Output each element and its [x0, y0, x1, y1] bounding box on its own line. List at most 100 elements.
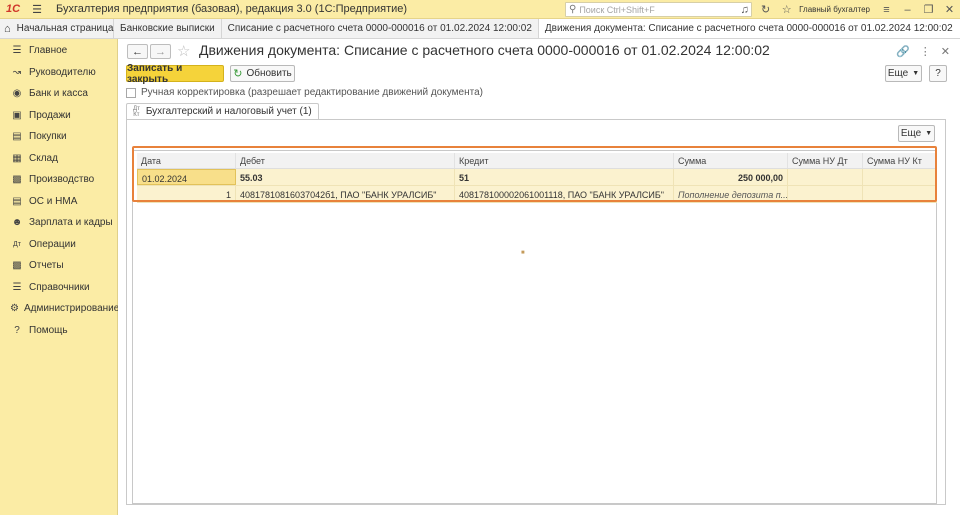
cell-sum-nu-dt[interactable] [788, 169, 863, 185]
sidebar-item-main[interactable]: ☰ Главное [0, 40, 117, 62]
sidebar-item-label: Продажи [29, 109, 71, 121]
manual-correction-row[interactable]: Ручная корректировка (разрешает редактир… [126, 87, 483, 98]
column-header-sum-nu-dt[interactable]: Сумма НУ Дт [788, 153, 863, 168]
arrow-right-icon: → [155, 45, 166, 58]
tab-document-movements[interactable]: Движения документа: Списание с расчетног… [538, 19, 960, 38]
favorites-star-icon[interactable]: ☆ [776, 3, 797, 16]
app-title: Бухгалтерия предприятия (базовая), редак… [56, 3, 408, 15]
mouse-cursor-marker: ■ [521, 250, 525, 256]
subtab-label: Бухгалтерский и налоговый учет (1) [145, 106, 312, 117]
favorite-star-icon[interactable]: ☆ [177, 42, 190, 60]
forward-button[interactable]: → [150, 44, 171, 59]
tab-bank-statements[interactable]: Банковские выписки [114, 19, 222, 38]
column-header-debit[interactable]: Дебет [236, 153, 455, 168]
close-form-icon[interactable]: ✕ [941, 45, 950, 58]
search-input[interactable]: ⚲ Поиск Ctrl+Shift+F [565, 2, 752, 17]
reports-icon: ▩ [12, 260, 22, 272]
history-icon[interactable]: ↻ [755, 3, 776, 16]
column-header-sum-nu-kt[interactable]: Сумма НУ Кт [863, 153, 937, 168]
cell-date[interactable]: 01.02.2024 [137, 169, 236, 185]
production-icon: ▩ [12, 174, 22, 186]
chevron-down-icon: ▼ [925, 130, 933, 137]
link-icon[interactable]: 🔗 [896, 45, 910, 58]
cell-credit-account[interactable]: 51 [455, 169, 674, 185]
sidebar-item-label: Помощь [29, 324, 68, 336]
sidebar-item-bank[interactable]: ◉ Банк и касса [0, 83, 117, 105]
app-logo: 1С [5, 3, 21, 15]
document-form: ← → ☆ Движения документа: Списание с рас… [118, 39, 960, 515]
main-menu-icon[interactable]: ☰ [26, 0, 48, 19]
column-header-credit[interactable]: Кредит [455, 153, 674, 168]
gear-icon: ⚙ [10, 303, 19, 315]
tab-label: Списание с расчетного счета 0000-000016 … [227, 23, 532, 34]
tab-debit-document[interactable]: Списание с расчетного счета 0000-000016 … [222, 19, 539, 38]
form-header-actions: 🔗 ⋮ ✕ [896, 45, 950, 58]
minimize-icon[interactable]: – [897, 4, 918, 16]
sidebar-item-reports[interactable]: ▩ Отчеты [0, 255, 117, 277]
manual-correction-label: Ручная корректировка (разрешает редактир… [141, 87, 483, 98]
close-window-icon[interactable]: ✕ [939, 3, 960, 16]
help-icon: ? [14, 324, 20, 336]
sidebar-item-production[interactable]: ▩ Производство [0, 169, 117, 191]
table-more-button[interactable]: Еще ▼ [898, 125, 935, 142]
sidebar: ☰ Главное ↝ Руководителю ◉ Банк и касса ▣ Пр… [0, 39, 119, 515]
settings-icon[interactable]: ≡ [876, 4, 897, 16]
sidebar-item-admin[interactable]: ⚙ Администрирование [0, 298, 119, 320]
manual-correction-checkbox[interactable] [126, 87, 136, 98]
table-header: Дата Дебет Кредит Сумма Сумма НУ Дт Сумм… [137, 153, 937, 169]
sidebar-item-catalogs[interactable]: ☰ Справочники [0, 277, 117, 299]
sidebar-item-salary[interactable]: ☻ Зарплата и кадры [0, 212, 117, 234]
cell-sum[interactable]: 250 000,00 [674, 169, 788, 185]
save-and-close-button[interactable]: Записать и закрыть [126, 63, 224, 85]
sidebar-item-help[interactable]: ? Помощь [0, 320, 117, 342]
cell-sum-nu-kt[interactable] [863, 169, 937, 185]
dt-kt-icon: Дт Кт [133, 105, 140, 118]
sidebar-item-label: Банк и касса [29, 88, 88, 100]
refresh-button[interactable]: ↻ Обновить [230, 65, 295, 82]
bank-icon: ◉ [12, 88, 22, 100]
sidebar-item-warehouse[interactable]: ▦ Склад [0, 148, 117, 170]
sidebar-item-label: Главное [29, 45, 68, 57]
restore-icon[interactable]: ❐ [918, 3, 939, 16]
sidebar-item-assets[interactable]: ▤ ОС и НМА [0, 191, 117, 213]
back-button[interactable]: ← [127, 44, 148, 59]
warehouse-icon: ▦ [12, 152, 22, 164]
sidebar-item-label: Склад [29, 152, 58, 164]
tab-label: Начальная страница [16, 23, 114, 34]
sidebar-item-operations[interactable]: Дт Операции [0, 234, 117, 256]
refresh-label: Обновить [246, 68, 292, 79]
table-row[interactable]: 1 40817810816037042б1, ПАО "БАНК УРАЛСИБ… [137, 186, 937, 203]
sidebar-item-manager[interactable]: ↝ Руководителю [0, 62, 117, 84]
accounting-panel: Еще ▼ Дата Дебет Кредит Сумма Сумма НУ Д… [126, 119, 946, 505]
search-placeholder: Поиск Ctrl+Shift+F [579, 4, 655, 15]
refresh-icon: ↻ [233, 68, 243, 80]
table-row[interactable]: 01.02.2024 55.03 51 250 000,00 [137, 169, 937, 186]
sidebar-item-purchases[interactable]: ▤ Покупки [0, 126, 117, 148]
more-button[interactable]: Еще ▼ [885, 65, 922, 82]
cell-line-number[interactable]: 1 [137, 186, 236, 202]
cell-credit-subconto[interactable]: 408178100002061001118, ПАО "БАНК УРАЛСИБ… [455, 186, 674, 202]
sidebar-item-sales[interactable]: ▣ Продажи [0, 105, 117, 127]
current-user[interactable]: Главный бухгалтер [797, 5, 876, 14]
cell-content[interactable]: Пополнение депозита п... [674, 186, 788, 202]
movements-table-container: Дата Дебет Кредит Сумма Сумма НУ Дт Сумм… [132, 150, 937, 504]
more-vertical-icon[interactable]: ⋮ [920, 45, 931, 58]
people-icon: ☻ [11, 217, 23, 229]
cell-sum-nu-kt[interactable] [863, 186, 937, 202]
column-header-date[interactable]: Дата [137, 153, 236, 168]
titlebar-controls: ♫ ↻ ☆ Главный бухгалтер ≡ – ❐ ✕ [734, 0, 960, 19]
help-button[interactable]: ? [929, 65, 947, 82]
sidebar-item-label: Операции [29, 238, 76, 250]
chart-line-icon: ↝ [12, 66, 22, 78]
home-icon: ⌂ [4, 22, 11, 35]
cell-debit-account[interactable]: 55.03 [236, 169, 455, 185]
sidebar-item-label: Справочники [29, 281, 90, 293]
tab-label: Движения документа: Списание с расчетног… [544, 22, 953, 34]
cell-sum-nu-dt[interactable] [788, 186, 863, 202]
sidebar-item-label: Отчеты [29, 260, 64, 272]
tab-accounting-tax[interactable]: Дт Кт Бухгалтерский и налоговый учет (1) [126, 103, 319, 120]
column-header-sum[interactable]: Сумма [674, 153, 788, 168]
bell-icon[interactable]: ♫ [734, 4, 755, 16]
tab-home[interactable]: ⌂ Начальная страница [0, 19, 114, 38]
cell-debit-subconto[interactable]: 40817810816037042б1, ПАО "БАНК УРАЛСИБ" [236, 186, 455, 202]
